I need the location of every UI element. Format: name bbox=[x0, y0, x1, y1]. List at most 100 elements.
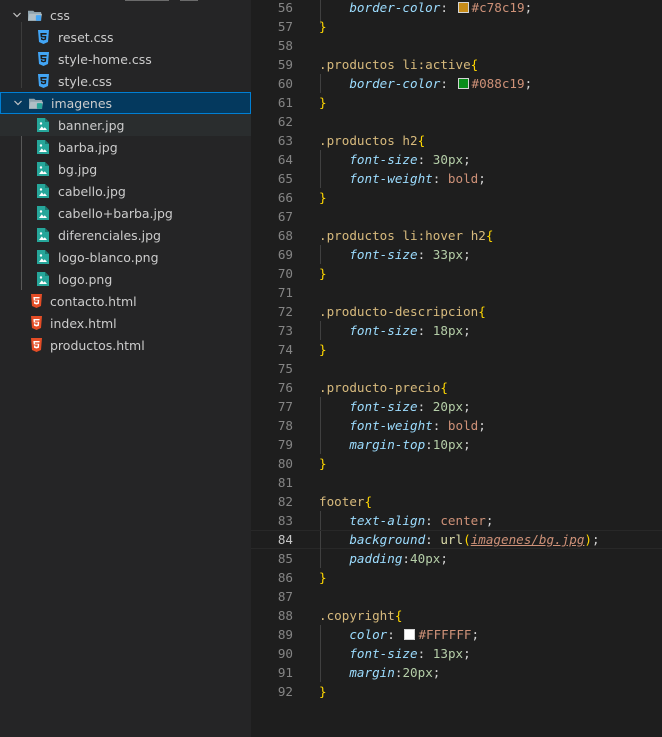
code-token: px bbox=[417, 665, 433, 680]
color-swatch[interactable] bbox=[457, 78, 469, 89]
code-line[interactable]: 84 background: url(imagenes/bg.jpg); bbox=[251, 530, 662, 550]
code-line[interactable]: 59 .productos li:active{ bbox=[251, 55, 662, 74]
file-row-contacto-html[interactable]: contacto.html bbox=[0, 290, 251, 312]
code-line[interactable]: 81 bbox=[251, 473, 662, 492]
code-token: } bbox=[319, 266, 327, 281]
html-file-icon bbox=[29, 316, 43, 330]
code-editor[interactable]: 56 border-color: #c78c19; 57} 58 59 .product… bbox=[251, 0, 662, 737]
file-row-style-home-css[interactable]: style-home.css bbox=[0, 48, 251, 70]
file-row-diferenciales-jpg[interactable]: diferenciales.jpg bbox=[0, 224, 251, 246]
code-token: : bbox=[402, 551, 411, 566]
code-text: .productos h2{ bbox=[319, 133, 425, 148]
code-line[interactable]: 90 font-size: 13px; bbox=[251, 644, 662, 663]
file-row-cabello-jpg[interactable]: cabello.jpg bbox=[0, 180, 251, 202]
code-line[interactable]: 85 padding:40px; bbox=[251, 549, 662, 568]
code-line[interactable]: 88 .copyright{ bbox=[251, 606, 662, 625]
code-line[interactable]: 71 bbox=[251, 283, 662, 302]
code-line[interactable]: 66} bbox=[251, 188, 662, 207]
code-line[interactable]: 69 font-size: 33px; bbox=[251, 245, 662, 264]
code-line[interactable]: 78 font-weight: bold; bbox=[251, 416, 662, 435]
folder-row-css[interactable]: css bbox=[0, 4, 251, 26]
code-text: font-size: 20px; bbox=[319, 399, 470, 414]
code-line[interactable]: 70} bbox=[251, 264, 662, 283]
file-row-cabello-barba-jpg[interactable]: cabello+barba.jpg bbox=[0, 202, 251, 224]
line-number: 74 bbox=[277, 342, 293, 357]
code-token: margin bbox=[349, 665, 395, 680]
code-token: : bbox=[417, 152, 433, 167]
file-row-logo-blanco-png[interactable]: logo-blanco.png bbox=[0, 246, 251, 268]
code-line[interactable]: 89 color: #FFFFFF; bbox=[251, 625, 662, 644]
code-token: ; bbox=[478, 418, 486, 433]
tree-item-label: bg.jpg bbox=[58, 161, 98, 177]
tree-item-label: diferenciales.jpg bbox=[58, 227, 161, 243]
code-line[interactable]: 87 bbox=[251, 587, 662, 606]
chevron-down-icon[interactable] bbox=[11, 9, 23, 21]
code-line[interactable]: 92} bbox=[251, 682, 662, 701]
code-line[interactable]: 73 font-size: 18px; bbox=[251, 321, 662, 340]
color-swatch[interactable] bbox=[404, 629, 416, 640]
line-number: 68 bbox=[277, 228, 293, 243]
tree-item-label: logo.png bbox=[58, 271, 113, 287]
code-line[interactable]: 63 .productos h2{ bbox=[251, 131, 662, 150]
code-line[interactable]: 60 border-color: #088c19; bbox=[251, 74, 662, 93]
file-row-banner-jpg[interactable]: banner.jpg bbox=[0, 114, 251, 136]
code-line[interactable]: 56 border-color: #c78c19; bbox=[251, 0, 662, 17]
tree-item-label: imagenes bbox=[51, 95, 113, 111]
code-line[interactable]: 65 font-weight: bold; bbox=[251, 169, 662, 188]
code-line[interactable]: 72 .producto-descripcion{ bbox=[251, 302, 662, 321]
code-token: .productos bbox=[319, 133, 395, 148]
code-line[interactable]: 76 .producto-precio{ bbox=[251, 378, 662, 397]
code-line[interactable]: 62 bbox=[251, 112, 662, 131]
file-row-logo-png[interactable]: logo.png bbox=[0, 268, 251, 290]
line-number: 64 bbox=[277, 152, 293, 167]
code-line[interactable]: 58 bbox=[251, 36, 662, 55]
line-number: 73 bbox=[277, 323, 293, 338]
code-text: } bbox=[319, 190, 327, 205]
file-row-barba-jpg[interactable]: barba.jpg bbox=[0, 136, 251, 158]
file-row-style-css[interactable]: style.css bbox=[0, 70, 251, 92]
code-token: : bbox=[432, 418, 448, 433]
line-number: 75 bbox=[277, 361, 293, 376]
code-text: background: url(imagenes/bg.jpg); bbox=[319, 532, 599, 547]
code-token: px bbox=[425, 551, 441, 566]
code-line[interactable]: 82 footer{ bbox=[251, 492, 662, 511]
code-text: font-size: 33px; bbox=[319, 247, 470, 262]
code-token: : bbox=[417, 323, 433, 338]
code-token: 18 bbox=[432, 323, 448, 338]
code-token: font-weight bbox=[349, 418, 433, 433]
code-line[interactable]: 67 bbox=[251, 207, 662, 226]
code-line[interactable]: 86} bbox=[251, 568, 662, 587]
code-token: : bbox=[425, 532, 441, 547]
chevron-down-icon[interactable] bbox=[12, 97, 24, 109]
code-line[interactable]: 80} bbox=[251, 454, 662, 473]
code-line[interactable]: 61} bbox=[251, 93, 662, 112]
code-line[interactable]: 75 bbox=[251, 359, 662, 378]
folder-row-imagenes[interactable]: imagenes bbox=[0, 92, 251, 114]
file-row-bg-jpg[interactable]: bg.jpg bbox=[0, 158, 251, 180]
code-line[interactable]: 74} bbox=[251, 340, 662, 359]
code-line[interactable]: 68 .productos li:hover h2{ bbox=[251, 226, 662, 245]
code-token: px bbox=[447, 323, 464, 338]
code-line[interactable]: 57} bbox=[251, 17, 662, 36]
code-line[interactable]: 77 font-size: 20px; bbox=[251, 397, 662, 416]
code-line[interactable]: 79 margin-top:10px; bbox=[251, 435, 662, 454]
file-row-reset-css[interactable]: reset.css bbox=[0, 26, 251, 48]
line-number: 79 bbox=[277, 437, 293, 452]
line-number: 58 bbox=[277, 38, 293, 53]
code-token: ; bbox=[524, 0, 533, 15]
code-text: } bbox=[319, 570, 327, 585]
code-line[interactable]: 64 font-size: 30px; bbox=[251, 150, 662, 169]
code-token: ; bbox=[478, 171, 486, 186]
code-token: font-size bbox=[349, 152, 418, 167]
code-token: li bbox=[402, 57, 418, 72]
code-line[interactable]: 91 margin:20px; bbox=[251, 663, 662, 682]
code-token: { bbox=[470, 57, 479, 72]
file-row-productos-html[interactable]: productos.html bbox=[0, 334, 251, 356]
tree-item-label: reset.css bbox=[58, 29, 114, 45]
line-number: 85 bbox=[277, 551, 293, 566]
file-row-index-html[interactable]: index.html bbox=[0, 312, 251, 334]
code-line[interactable]: 83 text-align: center; bbox=[251, 511, 662, 530]
color-swatch[interactable] bbox=[457, 2, 469, 13]
